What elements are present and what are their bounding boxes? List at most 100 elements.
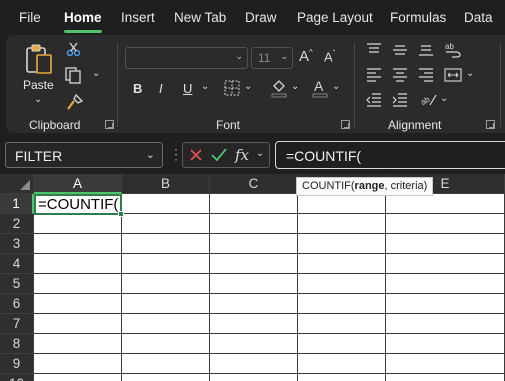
align-right-icon[interactable] (418, 68, 434, 85)
paste-icon[interactable] (24, 43, 54, 78)
copy-icon[interactable] (64, 66, 82, 87)
cancel-icon[interactable] (188, 147, 204, 166)
more-vertical-icon[interactable]: ⋮ (169, 146, 183, 163)
fill-color-icon[interactable] (270, 78, 288, 101)
cell-b1[interactable] (122, 194, 210, 214)
cell-c1[interactable] (210, 194, 298, 214)
align-bottom-icon[interactable] (418, 43, 434, 60)
row-header-5[interactable]: 5 (0, 274, 34, 294)
align-center-icon[interactable] (392, 68, 408, 85)
chevron-down-icon[interactable]: ⌄ (256, 148, 264, 159)
cell-d9[interactable] (298, 354, 386, 374)
merge-dropdown-icon[interactable]: ⌄ (466, 68, 474, 79)
underline-button[interactable]: U (183, 81, 192, 96)
cell-b9[interactable] (122, 354, 210, 374)
cell-b2[interactable] (122, 214, 210, 234)
cell-e6[interactable] (386, 294, 505, 314)
font-launcher-icon[interactable] (341, 120, 350, 129)
increase-indent-icon[interactable] (392, 93, 408, 110)
cell-d8[interactable] (298, 334, 386, 354)
alignment-launcher-icon[interactable] (486, 120, 495, 129)
row-header-4[interactable]: 4 (0, 254, 34, 274)
row-header-1[interactable]: 1 (0, 194, 34, 214)
formula-input[interactable]: =COUNTIF( (275, 141, 505, 169)
cell-e9[interactable] (386, 354, 505, 374)
insert-function-icon[interactable]: fx (235, 146, 249, 164)
row-header-6[interactable]: 6 (0, 294, 34, 314)
tab-insert[interactable]: Insert (121, 10, 155, 25)
cell-a7[interactable] (34, 314, 122, 334)
cell-d7[interactable] (298, 314, 386, 334)
merge-center-icon[interactable] (444, 68, 462, 85)
cell-e5[interactable] (386, 274, 505, 294)
tooltip-function[interactable]: COUNTIF( (302, 180, 355, 192)
row-header-10[interactable]: 10 (0, 374, 34, 381)
font-color-icon[interactable]: A (311, 78, 329, 101)
row-header-8[interactable]: 8 (0, 334, 34, 354)
cell-c6[interactable] (210, 294, 298, 314)
increase-font-icon[interactable]: A^ (299, 48, 313, 65)
cell-d1[interactable] (298, 194, 386, 214)
column-header-b[interactable]: B (122, 174, 210, 194)
cell-e10[interactable] (386, 374, 505, 381)
cell-a2[interactable] (34, 214, 122, 234)
cell-a6[interactable] (34, 294, 122, 314)
underline-dropdown-icon[interactable]: ⌄ (201, 81, 209, 92)
cell-c7[interactable] (210, 314, 298, 334)
cell-d5[interactable] (298, 274, 386, 294)
fill-handle[interactable] (118, 211, 124, 217)
cell-d4[interactable] (298, 254, 386, 274)
cell-a4[interactable] (34, 254, 122, 274)
row-header-9[interactable]: 9 (0, 354, 34, 374)
tab-draw[interactable]: Draw (245, 10, 277, 25)
fill-color-dropdown-icon[interactable]: ⌄ (291, 81, 299, 92)
tab-formulas[interactable]: Formulas (390, 10, 446, 25)
cell-c3[interactable] (210, 234, 298, 254)
cell-a10[interactable] (34, 374, 122, 381)
align-top-icon[interactable] (366, 43, 382, 60)
wrap-text-icon[interactable]: ab (444, 41, 462, 62)
column-header-c[interactable]: C (210, 174, 298, 194)
tooltip-arg-range[interactable]: range (355, 180, 385, 192)
select-all-button[interactable] (0, 174, 34, 194)
chevron-down-icon[interactable]: ⌄ (146, 148, 155, 161)
cell-b5[interactable] (122, 274, 210, 294)
cell-c5[interactable] (210, 274, 298, 294)
cut-icon[interactable] (66, 41, 82, 60)
align-middle-icon[interactable] (392, 43, 408, 60)
cell-e4[interactable] (386, 254, 505, 274)
paste-button[interactable]: Paste (23, 78, 54, 92)
cell-d2[interactable] (298, 214, 386, 234)
cell-a5[interactable] (34, 274, 122, 294)
cell-e1[interactable] (386, 194, 505, 214)
font-color-dropdown-icon[interactable]: ⌄ (332, 81, 340, 92)
cell-b6[interactable] (122, 294, 210, 314)
cell-d3[interactable] (298, 234, 386, 254)
align-left-icon[interactable] (366, 68, 382, 85)
row-header-7[interactable]: 7 (0, 314, 34, 334)
cell-d6[interactable] (298, 294, 386, 314)
clipboard-launcher-icon[interactable] (105, 120, 114, 129)
borders-icon[interactable] (224, 80, 240, 99)
cell-c9[interactable] (210, 354, 298, 374)
bold-button[interactable]: B (133, 81, 142, 96)
copy-dropdown-icon[interactable]: ⌄ (92, 68, 100, 79)
cell-e2[interactable] (386, 214, 505, 234)
cell-d10[interactable] (298, 374, 386, 381)
decrease-indent-icon[interactable] (366, 93, 382, 110)
borders-dropdown-icon[interactable]: ⌄ (244, 81, 252, 92)
cell-b7[interactable] (122, 314, 210, 334)
font-name-combo[interactable]: ⌄ (125, 47, 248, 69)
name-box[interactable]: FILTER ⌄ (5, 142, 163, 168)
tab-file[interactable]: File (19, 10, 41, 25)
column-header-a[interactable]: A (34, 174, 122, 194)
row-header-3[interactable]: 3 (0, 234, 34, 254)
enter-check-icon[interactable] (210, 147, 228, 166)
cell-e7[interactable] (386, 314, 505, 334)
active-cell-a1[interactable]: =COUNTIF( (34, 194, 122, 215)
cell-b10[interactable] (122, 374, 210, 381)
cell-a9[interactable] (34, 354, 122, 374)
cell-c10[interactable] (210, 374, 298, 381)
cell-c4[interactable] (210, 254, 298, 274)
cell-b8[interactable] (122, 334, 210, 354)
